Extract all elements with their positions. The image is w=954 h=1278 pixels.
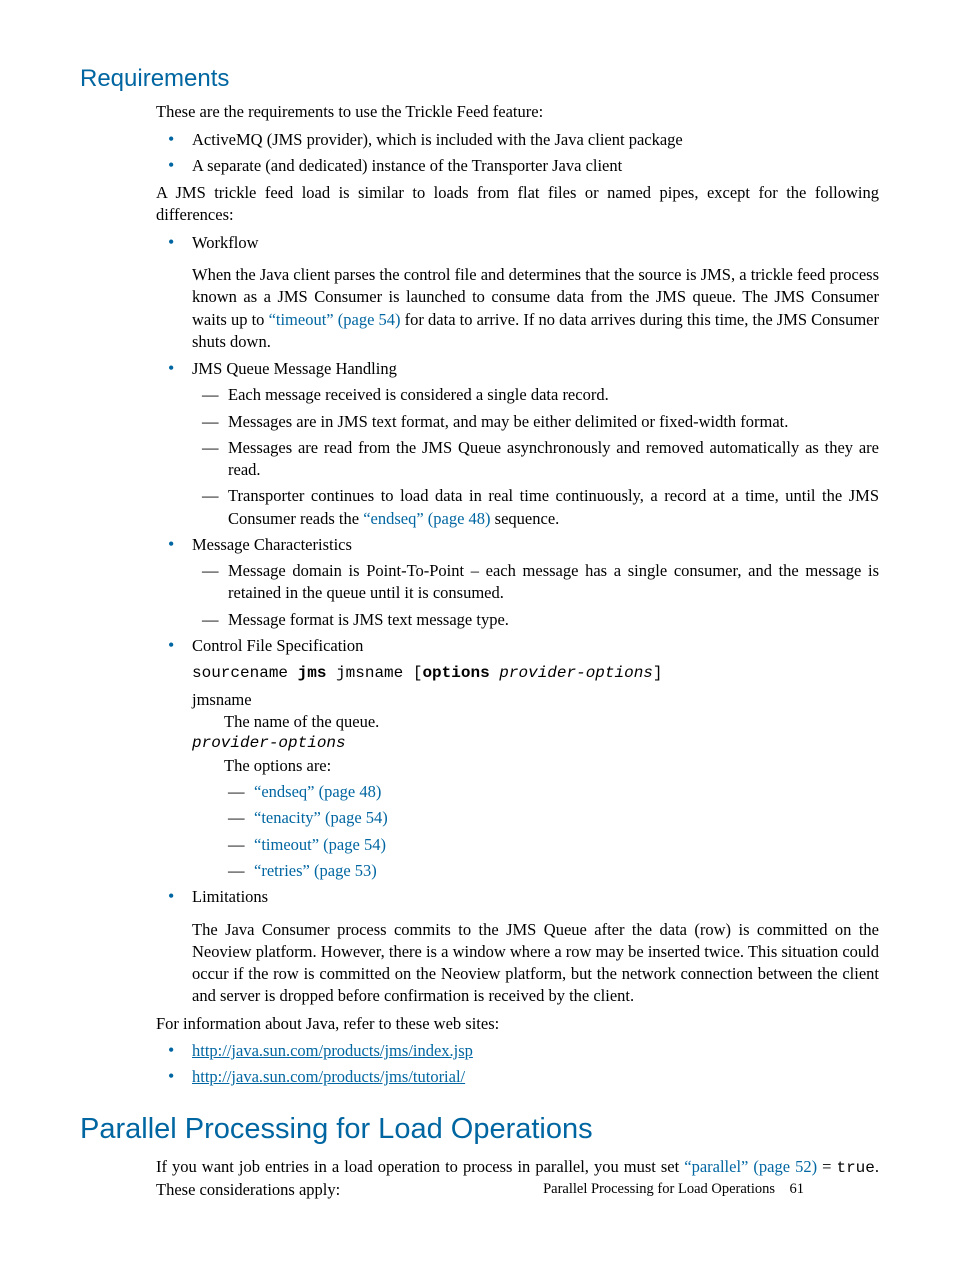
list-item-limitations: Limitations The Java Consumer process co…: [156, 886, 879, 1007]
workflow-desc: When the Java client parses the control …: [192, 264, 879, 353]
options-sublist: “endseq” (page 48) “tenacity” (page 54) …: [218, 781, 879, 882]
item-label: Workflow: [192, 233, 259, 252]
list-item-message-characteristics: Message Characteristics Message domain i…: [156, 534, 879, 631]
msgchar-sublist: Message domain is Point-To-Point – each …: [192, 560, 879, 631]
intro-text: These are the requirements to use the Tr…: [156, 101, 879, 123]
xref-endseq[interactable]: “endseq” (page 48): [254, 782, 381, 801]
list-item: “tenacity” (page 54): [218, 807, 879, 829]
list-item: Message domain is Point-To-Point – each …: [192, 560, 879, 605]
xref-tenacity[interactable]: “tenacity” (page 54): [254, 808, 388, 827]
link-jms-tutorial[interactable]: http://java.sun.com/products/jms/tutoria…: [192, 1067, 465, 1086]
list-item: “retries” (page 53): [218, 860, 879, 882]
differences-list: Workflow When the Java client parses the…: [156, 232, 879, 1008]
page-footer: Parallel Processing for Load Operations …: [543, 1180, 804, 1200]
links-list: http://java.sun.com/products/jms/index.j…: [156, 1040, 879, 1089]
list-item: A separate (and dedicated) instance of t…: [156, 155, 879, 177]
list-item-jms-queue: JMS Queue Message Handling Each message …: [156, 358, 879, 530]
item-label: JMS Queue Message Handling: [192, 359, 397, 378]
xref-parallel[interactable]: “parallel” (page 52): [684, 1157, 817, 1176]
def-provider-options: The options are: “endseq” (page 48) “ten…: [224, 755, 879, 882]
list-item: “timeout” (page 54): [218, 834, 879, 856]
xref-endseq[interactable]: “endseq” (page 48): [363, 509, 490, 528]
list-item: http://java.sun.com/products/jms/index.j…: [156, 1040, 879, 1062]
def-jmsname: The name of the queue.: [224, 711, 879, 733]
section-heading-requirements: Requirements: [80, 63, 879, 95]
limitations-desc: The Java Consumer process commits to the…: [192, 919, 879, 1008]
item-label: Limitations: [192, 887, 268, 906]
list-item: http://java.sun.com/products/jms/tutoria…: [156, 1066, 879, 1088]
list-item-control-file: Control File Specification sourcename jm…: [156, 635, 879, 882]
body-text: For information about Java, refer to the…: [156, 1013, 879, 1035]
list-item: Messages are read from the JMS Queue asy…: [192, 437, 879, 482]
list-item: “endseq” (page 48): [218, 781, 879, 803]
jms-queue-sublist: Each message received is considered a si…: [192, 384, 879, 530]
page-number: 61: [790, 1181, 805, 1197]
list-item: Transporter continues to load data in re…: [192, 485, 879, 530]
page: Requirements These are the requirements …: [80, 63, 879, 1238]
list-item: Messages are in JMS text format, and may…: [192, 411, 879, 433]
list-item-workflow: Workflow When the Java client parses the…: [156, 232, 879, 353]
section-heading-parallel: Parallel Processing for Load Operations: [80, 1110, 879, 1149]
section-body: These are the requirements to use the Tr…: [156, 101, 879, 1088]
list-item: Each message received is considered a si…: [192, 384, 879, 406]
link-jms-index[interactable]: http://java.sun.com/products/jms/index.j…: [192, 1041, 473, 1060]
xref-timeout[interactable]: “timeout” (page 54): [269, 310, 401, 329]
item-label: Message Characteristics: [192, 535, 352, 554]
term-provider-options: provider-options: [192, 733, 879, 755]
list-item: Message format is JMS text message type.: [192, 609, 879, 631]
code-line: sourcename jms jmsname [options provider…: [192, 663, 879, 685]
requirements-list: ActiveMQ (JMS provider), which is includ…: [156, 129, 879, 178]
xref-retries[interactable]: “retries” (page 53): [254, 861, 377, 880]
item-label: Control File Specification: [192, 636, 363, 655]
term-jmsname: jmsname: [192, 689, 879, 711]
list-item: ActiveMQ (JMS provider), which is includ…: [156, 129, 879, 151]
xref-timeout[interactable]: “timeout” (page 54): [254, 835, 386, 854]
footer-text: Parallel Processing for Load Operations: [543, 1181, 775, 1197]
body-text: A JMS trickle feed load is similar to lo…: [156, 182, 879, 227]
